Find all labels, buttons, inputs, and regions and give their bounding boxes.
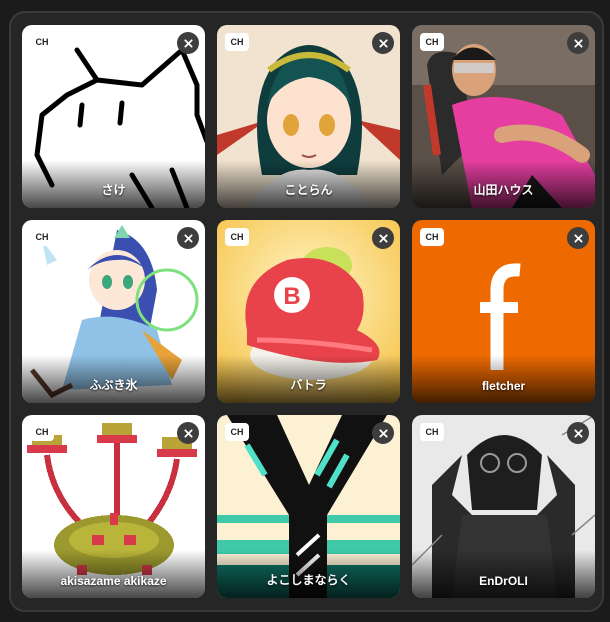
close-icon bbox=[378, 428, 388, 438]
channel-badge: CH bbox=[225, 33, 249, 51]
close-icon bbox=[378, 38, 388, 48]
channel-badge: CH bbox=[420, 33, 444, 51]
channel-name: バトラ bbox=[290, 378, 327, 392]
channel-card-endroli[interactable]: CH EnDrOLI bbox=[412, 415, 595, 598]
channel-grid: CH さけ CH ことらん CH 山田ハウス CH ふぶき氷 B CH バトラ … bbox=[22, 25, 595, 598]
remove-channel-button[interactable] bbox=[177, 422, 199, 444]
channel-name: EnDrOLI bbox=[479, 574, 528, 588]
remove-channel-button[interactable] bbox=[567, 227, 589, 249]
channel-card-kotoran[interactable]: CH ことらん bbox=[217, 25, 400, 208]
channel-name: akisazame akikaze bbox=[60, 574, 167, 588]
svg-text:B: B bbox=[283, 283, 300, 310]
close-icon bbox=[183, 38, 193, 48]
channel-badge: CH bbox=[225, 228, 249, 246]
channel-name: よこしまならく bbox=[266, 573, 351, 587]
channel-badge: CH bbox=[30, 33, 54, 51]
channel-card-yamada-house[interactable]: CH 山田ハウス bbox=[412, 25, 595, 208]
remove-channel-button[interactable] bbox=[372, 422, 394, 444]
channel-card-akisazame-akikaze[interactable]: CH akisazame akikaze bbox=[22, 415, 205, 598]
close-icon bbox=[573, 38, 583, 48]
close-icon bbox=[378, 233, 388, 243]
channel-badge: CH bbox=[420, 423, 444, 441]
channel-name: ことらん bbox=[284, 183, 333, 197]
channel-badge: CH bbox=[30, 228, 54, 246]
remove-channel-button[interactable] bbox=[372, 227, 394, 249]
remove-channel-button[interactable] bbox=[567, 32, 589, 54]
channel-badge: CH bbox=[420, 228, 444, 246]
channel-name: さけ bbox=[101, 183, 126, 197]
remove-channel-button[interactable] bbox=[567, 422, 589, 444]
channel-card-fletcher[interactable]: CH fletcher bbox=[412, 220, 595, 403]
remove-channel-button[interactable] bbox=[177, 32, 199, 54]
channel-badge: CH bbox=[30, 423, 54, 441]
channel-badge: CH bbox=[225, 423, 249, 441]
channel-name: 山田ハウス bbox=[473, 183, 534, 197]
channel-card-sake[interactable]: CH さけ bbox=[22, 25, 205, 208]
remove-channel-button[interactable] bbox=[372, 32, 394, 54]
channel-name: ふぶき氷 bbox=[89, 378, 138, 392]
close-icon bbox=[183, 233, 193, 243]
channel-card-batora[interactable]: B CH バトラ bbox=[217, 220, 400, 403]
close-icon bbox=[183, 428, 193, 438]
remove-channel-button[interactable] bbox=[177, 227, 199, 249]
channel-card-fubuki-koori[interactable]: CH ふぶき氷 bbox=[22, 220, 205, 403]
close-icon bbox=[573, 233, 583, 243]
channel-card-yokoshima-naraku[interactable]: CH よこしまならく bbox=[217, 415, 400, 598]
channel-name: fletcher bbox=[481, 379, 526, 393]
close-icon bbox=[573, 428, 583, 438]
